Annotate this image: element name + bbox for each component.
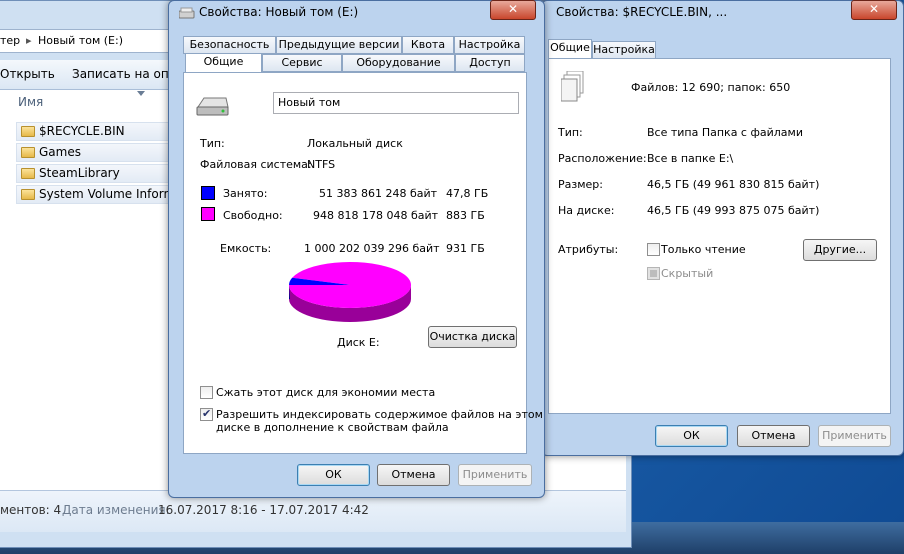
list-item[interactable]: Games	[16, 143, 170, 162]
location-label: Расположение:	[558, 152, 647, 165]
ondisk-value: 46,5 ГБ (49 993 875 075 байт)	[647, 204, 820, 217]
ok-button[interactable]: ОК	[297, 464, 370, 486]
breadcrumb-separator-icon: ▸	[26, 34, 32, 47]
divider	[199, 231, 517, 232]
dialog-title: Свойства: Новый том (E:)	[199, 5, 359, 19]
index-checkbox[interactable]: ✔	[200, 407, 213, 421]
indeterminate-mark	[650, 270, 657, 277]
status-date-value: 16.07.2017 8:16 - 17.07.2017 4:42	[158, 503, 369, 517]
sort-arrow-icon	[137, 91, 145, 96]
readonly-checkbox[interactable]	[647, 243, 660, 256]
column-name-label: Имя	[18, 95, 44, 109]
ondisk-label: На диске:	[558, 204, 615, 217]
folder-icon	[21, 147, 35, 158]
column-header-name[interactable]: Имя	[0, 91, 170, 115]
size-label: Размер:	[558, 178, 603, 191]
tab-sharing[interactable]: Доступ	[455, 54, 525, 72]
filesystem-label: Файловая система:	[200, 158, 312, 171]
tab-general[interactable]: Общие	[548, 39, 592, 59]
list-item[interactable]: SteamLibrary	[16, 164, 170, 183]
dialog-title: Свойства: $RECYCLE.BIN, ...	[556, 5, 728, 19]
readonly-label: Только чтение	[661, 243, 746, 256]
divider	[557, 111, 882, 112]
free-gb: 883 ГБ	[446, 209, 485, 222]
compress-checkbox[interactable]	[200, 386, 213, 399]
drive-title-icon	[179, 7, 195, 19]
volume-name-input[interactable]: Новый том	[273, 92, 519, 114]
burn-button[interactable]: Записать на опти	[72, 67, 184, 81]
cancel-button[interactable]: Отмена	[737, 425, 810, 447]
hidden-label: Скрытый	[661, 267, 714, 280]
disk-properties-dialog: Свойства: Новый том (E:) ✕ Безопасность …	[168, 0, 545, 498]
ok-button[interactable]: ОК	[655, 425, 728, 447]
index-label-line1: Разрешить индексировать содержимое файло…	[216, 408, 543, 421]
attributes-label: Атрибуты:	[558, 243, 619, 256]
general-panel: Файлов: 12 690; папок: 650 Тип: Все типа…	[548, 58, 891, 414]
tab-quota[interactable]: Квота	[402, 36, 454, 54]
tab-tools[interactable]: Сервис	[262, 54, 342, 72]
disk-usage-pie	[289, 262, 411, 322]
tab-previous-versions[interactable]: Предыдущие версии	[276, 36, 402, 54]
index-label-line2: диске в дополнение к свойствам файла	[216, 421, 449, 434]
tab-hardware[interactable]: Оборудование	[342, 54, 455, 72]
general-panel: Новый том Тип: Локальный диск Файловая с…	[183, 72, 543, 454]
disk-label: Диск E:	[337, 336, 380, 349]
divider	[199, 355, 517, 356]
used-label: Занято:	[223, 187, 268, 200]
tab-customize[interactable]: Настройка	[454, 36, 525, 54]
divider	[199, 126, 517, 127]
list-item[interactable]: System Volume Informat	[16, 185, 170, 204]
apply-button[interactable]: Применить	[458, 464, 532, 486]
folder-icon	[21, 126, 35, 137]
divider	[557, 229, 882, 230]
type-value: Локальный диск	[307, 137, 403, 150]
tab-settings[interactable]: Настройка	[592, 41, 656, 59]
used-bytes: 51 383 861 248 байт	[319, 187, 438, 200]
capacity-label: Емкость:	[220, 242, 272, 255]
divider	[199, 178, 517, 179]
capacity-bytes: 1 000 202 039 296 байт	[304, 242, 440, 255]
status-item-count: ментов: 4	[0, 503, 62, 517]
used-color-swatch	[201, 186, 215, 200]
folder-icon	[21, 189, 35, 200]
type-label: Тип:	[200, 137, 225, 150]
recycle-properties-dialog: Свойства: $RECYCLE.BIN, ... ✕ Общие Наст…	[541, 0, 904, 456]
free-color-swatch	[201, 207, 215, 221]
type-label: Тип:	[558, 126, 583, 139]
free-label: Свободно:	[223, 209, 283, 222]
filesystem-value: NTFS	[307, 158, 336, 171]
disk-cleanup-button[interactable]: Очистка диска	[428, 326, 517, 348]
multiple-files-icon	[561, 71, 584, 102]
cancel-button[interactable]: Отмена	[377, 464, 450, 486]
close-icon[interactable]: ✕	[851, 0, 897, 20]
tab-general[interactable]: Общие	[185, 53, 262, 73]
files-summary: Файлов: 12 690; папок: 650	[631, 81, 791, 94]
size-value: 46,5 ГБ (49 961 830 815 байт)	[647, 178, 820, 191]
hard-drive-icon	[196, 97, 229, 116]
location-value: Все в папке E:\	[647, 152, 734, 165]
free-bytes: 948 818 178 048 байт	[313, 209, 439, 222]
used-gb: 47,8 ГБ	[446, 187, 489, 200]
compress-label: Сжать этот диск для экономии места	[216, 386, 436, 399]
type-value: Все типа Папка с файлами	[647, 126, 803, 139]
close-icon[interactable]: ✕	[490, 0, 536, 20]
hidden-checkbox[interactable]	[647, 267, 660, 280]
capacity-gb: 931 ГБ	[446, 242, 485, 255]
apply-button[interactable]: Применить	[818, 425, 891, 447]
status-date-label: Дата изменения:	[62, 503, 170, 517]
open-button[interactable]: Открыть	[0, 67, 55, 81]
breadcrumb-current[interactable]: Новый том (E:)	[38, 34, 123, 47]
folder-icon	[21, 168, 35, 179]
other-attributes-button[interactable]: Другие...	[803, 239, 877, 261]
breadcrumb-prev[interactable]: тер	[0, 34, 20, 47]
tab-security[interactable]: Безопасность	[183, 36, 276, 54]
list-item[interactable]: $RECYCLE.BIN	[16, 122, 170, 141]
checkmark-icon: ✔	[202, 407, 212, 420]
